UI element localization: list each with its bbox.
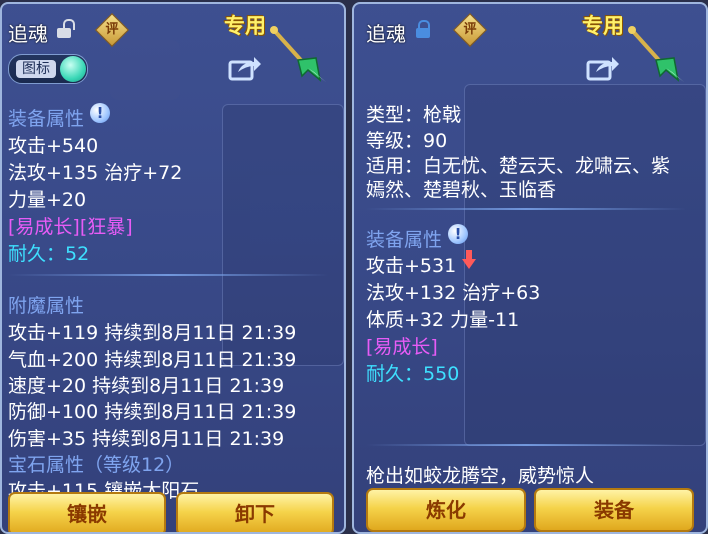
equip-attr-header: 装备属性 (8, 108, 85, 130)
durability-label: 耐久： (8, 243, 66, 265)
enchant-line: 速度+20 持续到8月11日 21:39 (8, 375, 285, 397)
equip-attr-header: 装备属性 (366, 229, 443, 251)
attr-line: 体质+32 力量-11 (366, 309, 520, 331)
attr-line: 法攻+132 治疗+63 (366, 282, 541, 304)
rate-badge-label: 评 (463, 22, 477, 37)
toggle-knob (60, 56, 86, 82)
durability: 耐久：52 (8, 239, 89, 266)
attr-line: 力量+20 (8, 189, 87, 211)
enchant-line: 气血+200 持续到8月11日 21:39 (8, 349, 297, 371)
info-icon[interactable]: ! (90, 103, 110, 123)
enchant-line: 攻击+119 持续到8月11日 21:39 (8, 322, 297, 344)
icon-toggle[interactable]: 图标 (8, 54, 88, 84)
rate-badge[interactable]: 评 (95, 13, 129, 47)
divider (366, 444, 686, 446)
divider (8, 274, 328, 276)
share-icon[interactable] (586, 54, 620, 82)
spear-weapon-icon (628, 26, 684, 82)
divider (366, 208, 686, 210)
enchant-line: 防御+100 持续到8月11日 21:39 (8, 401, 297, 423)
durability-value: 52 (65, 243, 90, 265)
equipped-item-panel: 追魂 评 专用 图标 装备属性 ! 攻击+540 法攻+135 治疗+72 力量… (0, 2, 346, 534)
locked-icon[interactable] (416, 20, 430, 38)
decrease-arrow-icon (462, 250, 476, 269)
item-description: 枪出如蛟龙腾空，威势惊人 (366, 465, 595, 487)
share-icon[interactable] (228, 54, 262, 82)
type-line: 类型：枪戟 (366, 104, 462, 126)
attr-line: 攻击+531 (366, 251, 456, 278)
info-icon[interactable]: ! (448, 224, 468, 244)
inlay-button[interactable]: 镶嵌 (8, 492, 166, 532)
durability: 耐久：550 (366, 359, 459, 386)
suitable-line: 适用：白无忧、楚云天、龙啸云、紫 (366, 155, 671, 177)
attr-value: 攻击+531 (366, 255, 457, 277)
inventory-grid-background (464, 84, 706, 446)
spear-weapon-icon (270, 26, 326, 82)
item-name: 追魂 (8, 22, 48, 46)
attr-line: 法攻+135 治疗+72 (8, 162, 183, 184)
attr-line: 攻击+540 (8, 135, 99, 157)
rate-badge-label: 评 (105, 22, 119, 37)
refine-button[interactable]: 炼化 (366, 488, 526, 532)
enchant-header: 附魔属性 (8, 295, 85, 317)
exclusive-label: 专用 (224, 14, 266, 38)
level-line: 等级：90 (366, 130, 448, 152)
durability-label: 耐久： (366, 363, 424, 385)
gem-header: 宝石属性（等级12） (8, 454, 185, 476)
icon-toggle-label: 图标 (16, 60, 56, 78)
growth-tags: [易成长] (366, 336, 438, 358)
compare-item-panel: 追魂 评 专用 类型：枪戟 等级：90 适用：白无忧、楚云天、龙啸云、紫 嫣然、… (352, 2, 708, 534)
enchant-line: 伤害+35 持续到8月11日 21:39 (8, 428, 285, 450)
unlocked-icon[interactable] (57, 19, 75, 38)
unequip-button[interactable]: 卸下 (176, 492, 334, 532)
rate-badge[interactable]: 评 (453, 13, 487, 47)
equip-button[interactable]: 装备 (534, 488, 694, 532)
exclusive-label: 专用 (582, 14, 624, 38)
suitable-line: 嫣然、楚碧秋、玉临香 (366, 179, 557, 201)
growth-tags: [易成长][狂暴] (8, 216, 133, 238)
item-name: 追魂 (366, 22, 406, 46)
durability-value: 550 (423, 363, 460, 385)
